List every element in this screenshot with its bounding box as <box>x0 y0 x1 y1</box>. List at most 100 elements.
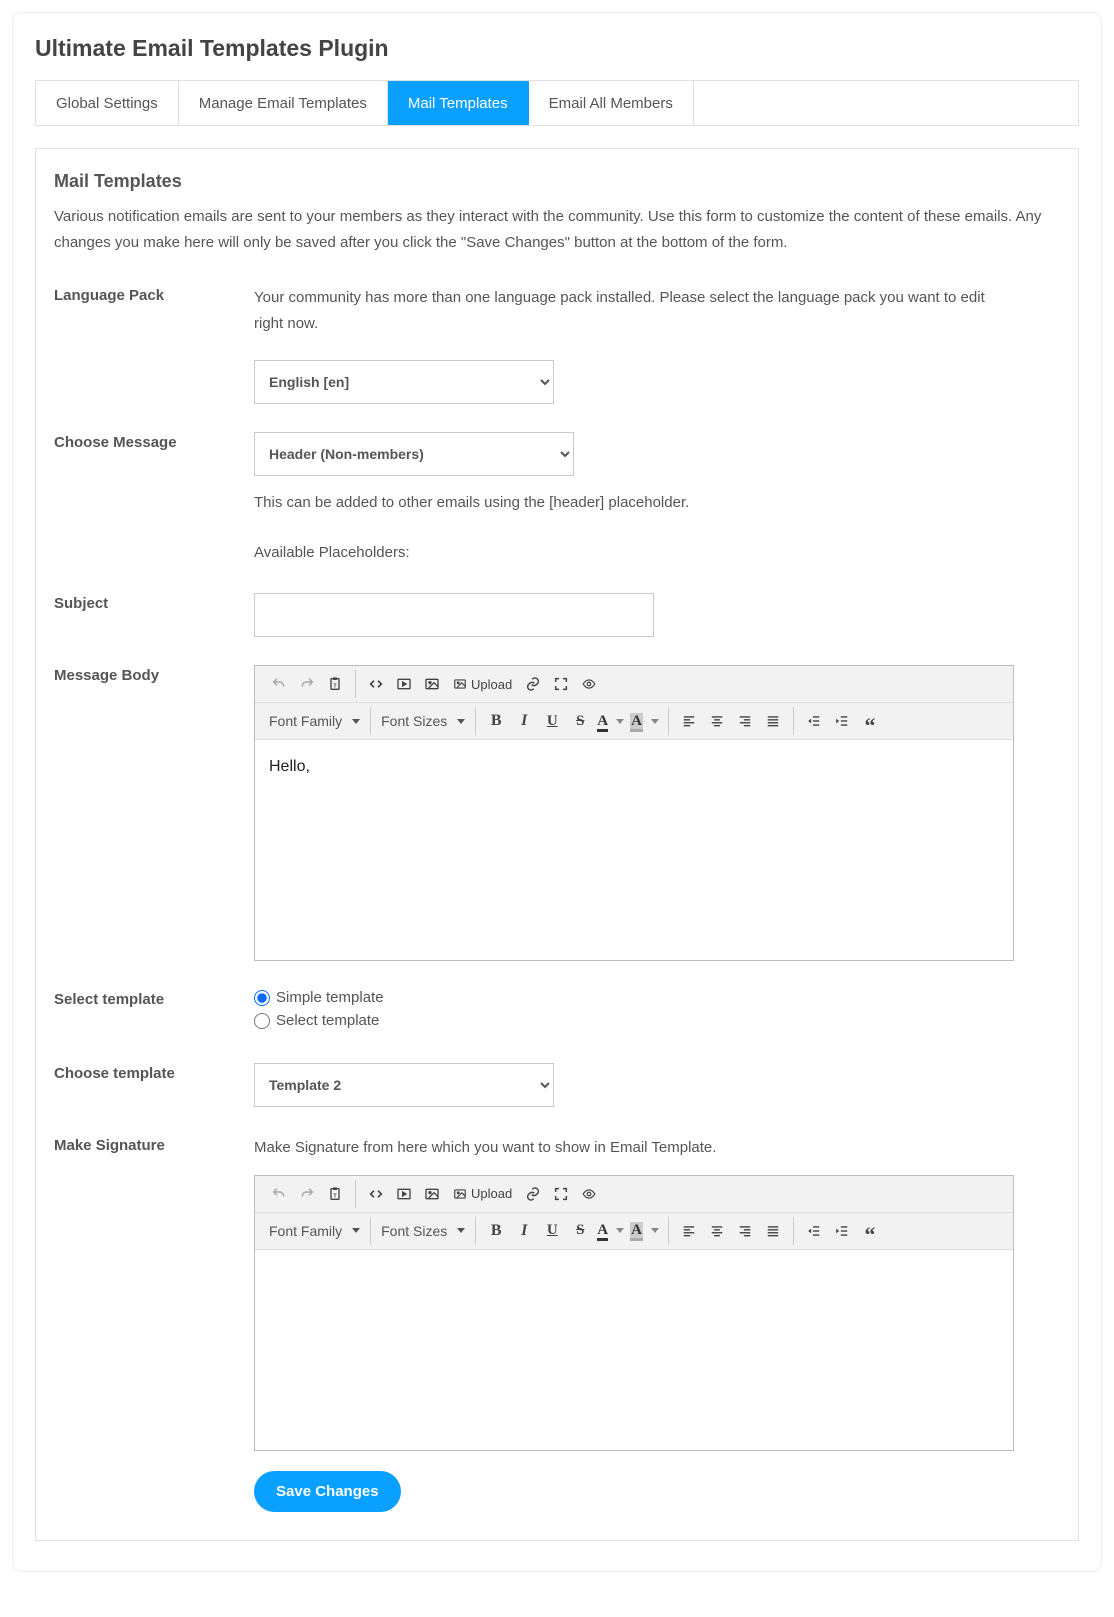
label-select-template: Select template <box>54 989 254 1008</box>
fullscreen-icon[interactable] <box>548 671 574 697</box>
tab-email-all-members[interactable]: Email All Members <box>529 81 694 125</box>
help-make-signature: Make Signature from here which you want … <box>254 1135 1060 1161</box>
label-language-pack: Language Pack <box>54 285 254 304</box>
align-center-icon[interactable] <box>704 708 730 734</box>
font-family-dropdown[interactable]: Font Family <box>265 713 364 729</box>
outdent-icon[interactable] <box>801 1218 827 1244</box>
redo-icon[interactable] <box>294 1181 320 1207</box>
row-choose-template: Choose template Template 2 <box>54 1063 1060 1107</box>
underline-icon[interactable]: U <box>539 1218 565 1244</box>
underline-icon[interactable]: U <box>539 708 565 734</box>
tab-mail-templates[interactable]: Mail Templates <box>388 81 529 125</box>
undo-icon[interactable] <box>266 1181 292 1207</box>
bold-icon[interactable]: B <box>483 1218 509 1244</box>
content-area: Mail Templates Various notification emai… <box>35 148 1079 1541</box>
paste-icon[interactable]: T <box>322 671 348 697</box>
strikethrough-icon[interactable]: S <box>567 1218 593 1244</box>
align-justify-icon[interactable] <box>760 1218 786 1244</box>
italic-icon[interactable]: I <box>511 1218 537 1244</box>
upload-button[interactable]: Upload <box>447 671 518 697</box>
section-description: Various notification emails are sent to … <box>54 204 1060 255</box>
svg-text:T: T <box>333 1193 337 1199</box>
label-make-signature: Make Signature <box>54 1135 254 1154</box>
text-color-icon[interactable]: A <box>595 708 626 734</box>
input-subject[interactable] <box>254 593 654 637</box>
row-choose-message: Choose Message Header (Non-members) This… <box>54 432 1060 565</box>
link-icon[interactable] <box>520 671 546 697</box>
code-icon[interactable] <box>363 671 389 697</box>
toolbar-row-1: T <box>255 666 1013 703</box>
tab-manage-email-templates[interactable]: Manage Email Templates <box>179 81 388 125</box>
radio-label-select-template: Select template <box>276 1012 379 1029</box>
link-icon[interactable] <box>520 1181 546 1207</box>
media-icon[interactable] <box>391 671 417 697</box>
align-right-icon[interactable] <box>732 1218 758 1244</box>
indent-icon[interactable] <box>829 1218 855 1244</box>
tab-global-settings[interactable]: Global Settings <box>36 81 179 125</box>
align-left-icon[interactable] <box>676 708 702 734</box>
row-save: Save Changes <box>54 1471 1060 1512</box>
outdent-icon[interactable] <box>801 708 827 734</box>
select-language-pack[interactable]: English [en] <box>254 360 554 404</box>
toolbar-row-2: Font Family Font Sizes B I U S <box>255 703 1013 740</box>
align-center-icon[interactable] <box>704 1218 730 1244</box>
blockquote-icon[interactable]: “ <box>857 1218 883 1244</box>
sig-toolbar-row-1: T Upload <box>255 1176 1013 1213</box>
page-title: Ultimate Email Templates Plugin <box>35 35 1079 62</box>
bold-icon[interactable]: B <box>483 708 509 734</box>
preview-icon[interactable] <box>576 671 602 697</box>
help-choose-message-1: This can be added to other emails using … <box>254 490 1060 516</box>
media-icon[interactable] <box>391 1181 417 1207</box>
blockquote-icon[interactable]: “ <box>857 708 883 734</box>
editor-signature: T Upload <box>254 1175 1014 1451</box>
row-language-pack: Language Pack Your community has more th… <box>54 285 1060 404</box>
font-sizes-dropdown[interactable]: Font Sizes <box>377 713 469 729</box>
svg-text:T: T <box>333 683 337 689</box>
select-choose-message[interactable]: Header (Non-members) <box>254 432 574 476</box>
row-message-body: Message Body T <box>54 665 1060 961</box>
help-language-pack: Your community has more than one languag… <box>254 285 994 336</box>
highlight-color-icon[interactable]: A <box>628 708 661 734</box>
radio-select-template[interactable] <box>254 1013 270 1029</box>
main-panel: Ultimate Email Templates Plugin Global S… <box>12 12 1102 1572</box>
upload-button[interactable]: Upload <box>447 1181 518 1207</box>
image-icon[interactable] <box>419 1181 445 1207</box>
font-sizes-dropdown[interactable]: Font Sizes <box>377 1223 469 1239</box>
label-choose-message: Choose Message <box>54 432 254 451</box>
italic-icon[interactable]: I <box>511 708 537 734</box>
fullscreen-icon[interactable] <box>548 1181 574 1207</box>
align-justify-icon[interactable] <box>760 708 786 734</box>
redo-icon[interactable] <box>294 671 320 697</box>
align-left-icon[interactable] <box>676 1218 702 1244</box>
editor-body-signature[interactable] <box>255 1250 1013 1450</box>
highlight-color-icon[interactable]: A <box>628 1218 661 1244</box>
upload-label: Upload <box>471 677 512 692</box>
editor-body-message[interactable]: Hello, <box>255 740 1013 960</box>
radio-label-simple-template: Simple template <box>276 989 384 1006</box>
row-make-signature: Make Signature Make Signature from here … <box>54 1135 1060 1451</box>
select-choose-template[interactable]: Template 2 <box>254 1063 554 1107</box>
label-subject: Subject <box>54 593 254 612</box>
radio-simple-template[interactable] <box>254 990 270 1006</box>
editor-message-body: T <box>254 665 1014 961</box>
label-message-body: Message Body <box>54 665 254 684</box>
row-subject: Subject <box>54 593 1060 637</box>
paste-icon[interactable]: T <box>322 1181 348 1207</box>
image-icon[interactable] <box>419 671 445 697</box>
help-choose-message-2: Available Placeholders: <box>254 540 1060 566</box>
indent-icon[interactable] <box>829 708 855 734</box>
sig-toolbar-row-2: Font Family Font Sizes B I U S A A <box>255 1213 1013 1250</box>
text-color-icon[interactable]: A <box>595 1218 626 1244</box>
section-title: Mail Templates <box>54 171 1060 192</box>
strikethrough-icon[interactable]: S <box>567 708 593 734</box>
tabs: Global Settings Manage Email Templates M… <box>35 80 1079 126</box>
upload-label: Upload <box>471 1186 512 1201</box>
save-button[interactable]: Save Changes <box>254 1471 401 1512</box>
row-select-template: Select template Simple template Select t… <box>54 989 1060 1035</box>
preview-icon[interactable] <box>576 1181 602 1207</box>
code-icon[interactable] <box>363 1181 389 1207</box>
undo-icon[interactable] <box>266 671 292 697</box>
font-family-dropdown[interactable]: Font Family <box>265 1223 364 1239</box>
align-right-icon[interactable] <box>732 708 758 734</box>
label-choose-template: Choose template <box>54 1063 254 1082</box>
